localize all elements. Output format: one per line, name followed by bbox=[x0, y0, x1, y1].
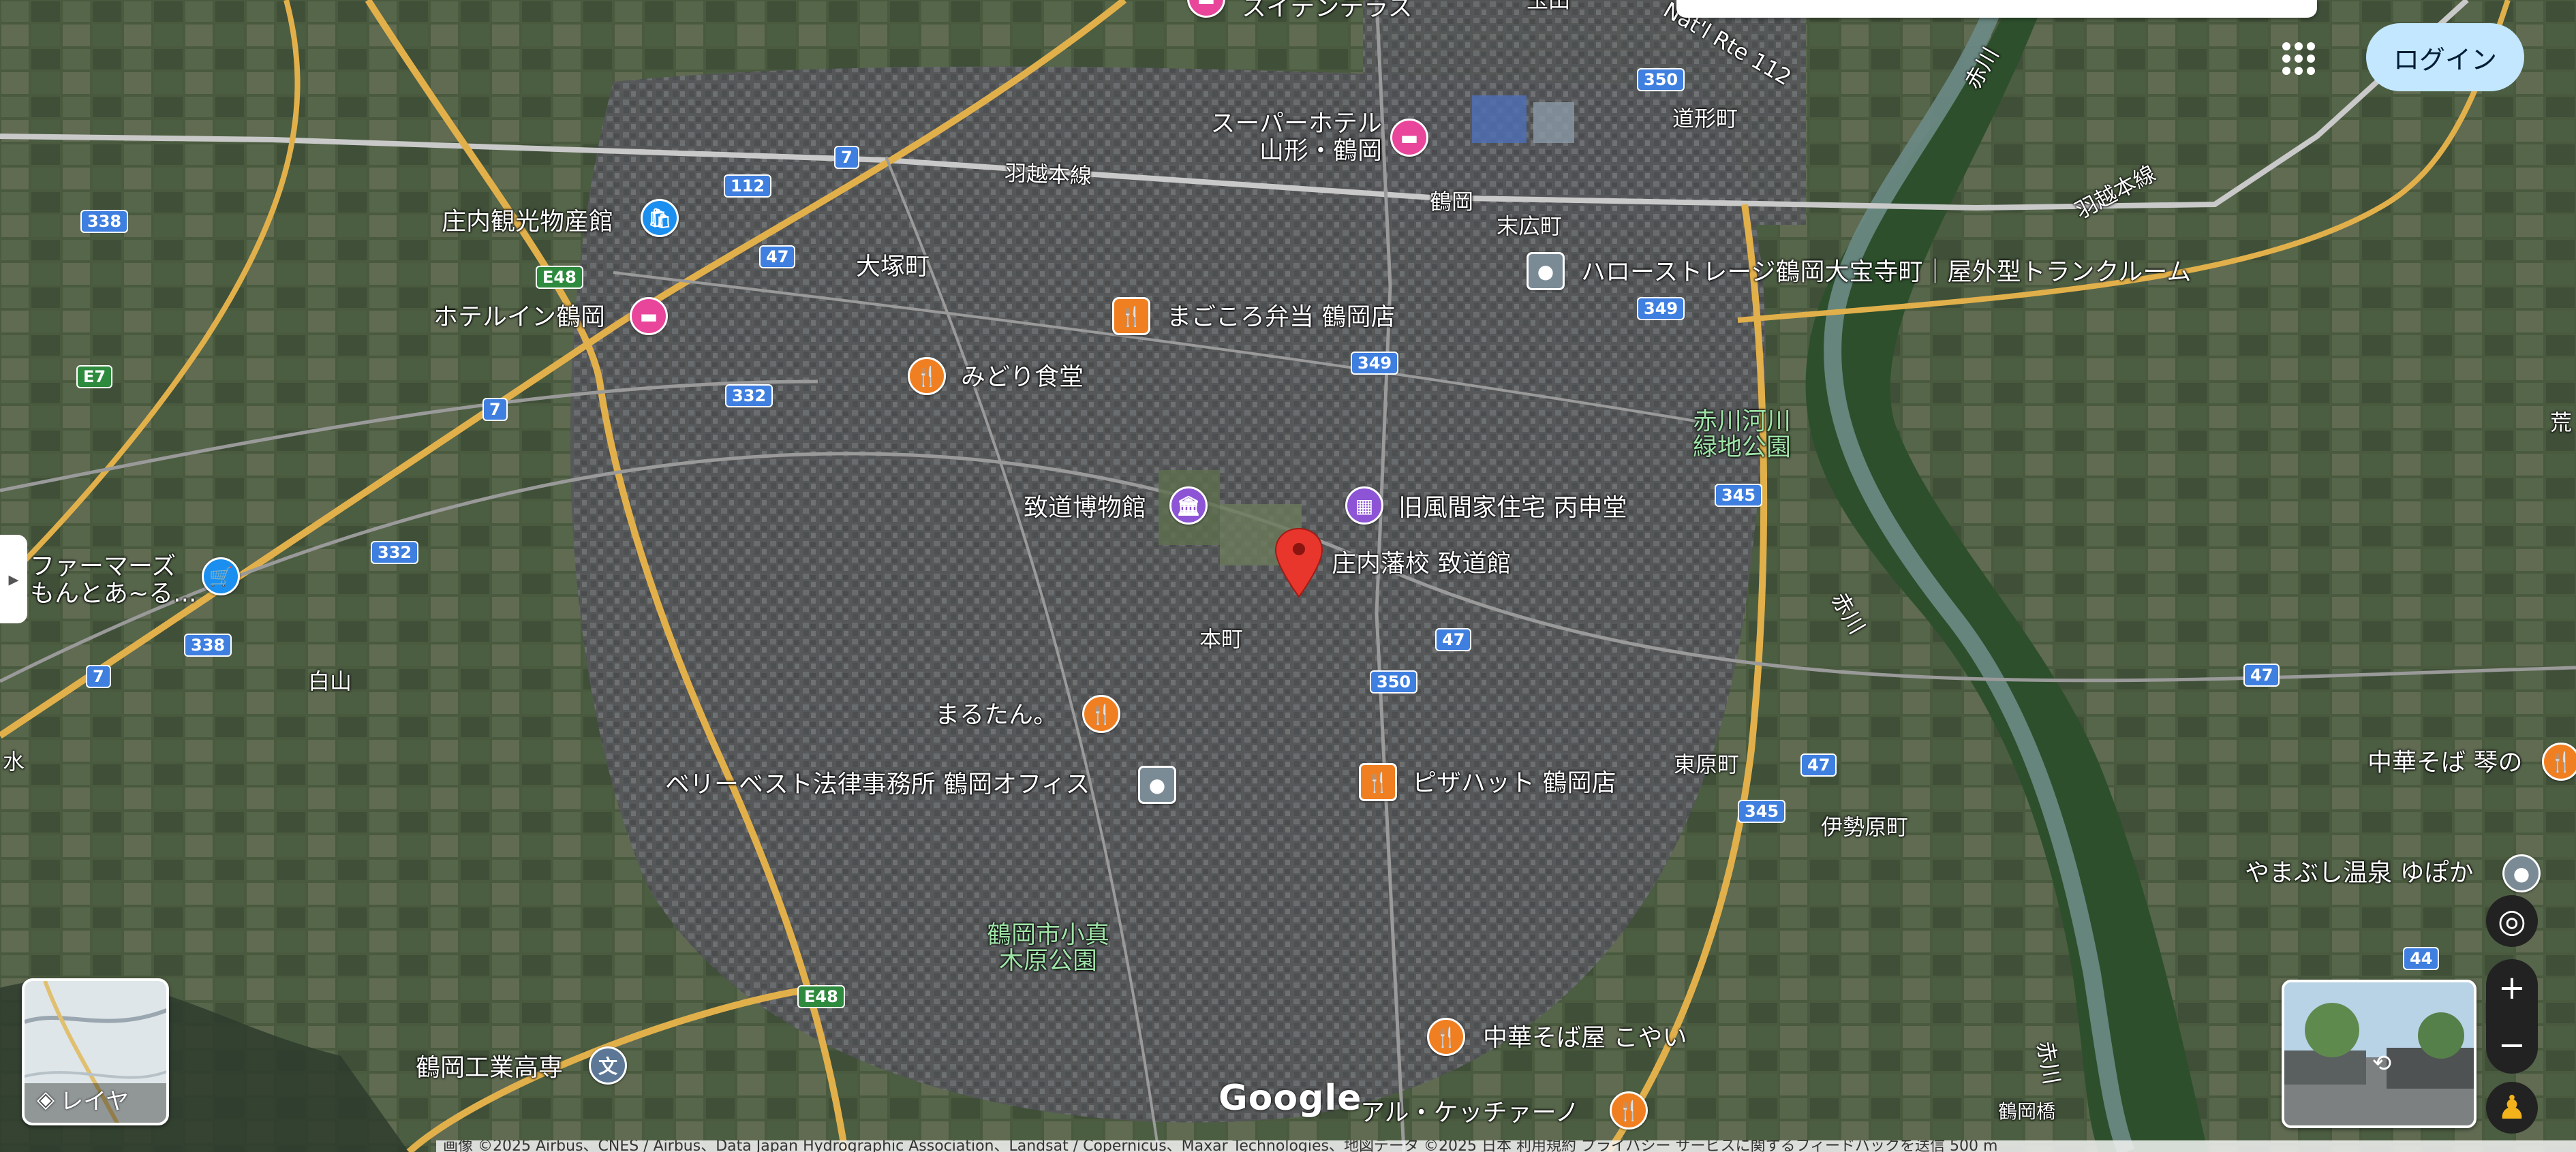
route-shield: 47 bbox=[1435, 628, 1472, 651]
route-shield: 112 bbox=[724, 174, 772, 198]
street-view-preview[interactable]: ⟲ bbox=[2282, 980, 2477, 1128]
pegman-icon: ♟ bbox=[2497, 1089, 2527, 1127]
layers-button[interactable]: ◈ レイヤ bbox=[22, 978, 169, 1125]
search-bar-edge[interactable] bbox=[1676, 0, 2317, 18]
area-label: 本町 bbox=[1199, 626, 1244, 652]
area-label: 水 bbox=[3, 749, 25, 775]
place-label[interactable]: 庄内観光物産館 bbox=[442, 208, 613, 236]
park-label[interactable]: 鶴岡市小真 木原公園 bbox=[987, 922, 1109, 974]
route-shield: 7 bbox=[482, 398, 508, 421]
restaurant-icon[interactable]: 🍴 bbox=[1112, 297, 1150, 335]
restaurant-icon[interactable]: 🍴 bbox=[1610, 1091, 1648, 1130]
rotate-360-icon: ⟲ bbox=[2372, 1050, 2392, 1077]
restaurant-icon[interactable]: 🍴 bbox=[1359, 763, 1397, 801]
place-label[interactable]: 致道博物館 bbox=[1024, 495, 1146, 522]
place-label[interactable]: 旧風間家住宅 丙申堂 bbox=[1398, 495, 1627, 522]
hotel-icon[interactable]: ▬ bbox=[1390, 119, 1428, 157]
area-label: 末広町 bbox=[1497, 213, 1563, 239]
area-label: 道形町 bbox=[1672, 106, 1738, 131]
school-icon[interactable]: 文 bbox=[589, 1046, 627, 1085]
restaurant-icon[interactable]: 🍴 bbox=[1427, 1018, 1465, 1056]
museum-icon[interactable]: 🏛 bbox=[1169, 486, 1208, 525]
place-label[interactable]: スーパーホテル 山形・鶴岡 bbox=[1194, 110, 1382, 165]
park-label[interactable]: 赤川河川 緑地公園 bbox=[1693, 409, 1791, 461]
restaurant-icon[interactable]: 🍴 bbox=[908, 357, 946, 395]
route-shield: 350 bbox=[1637, 68, 1685, 91]
apps-grid-icon[interactable] bbox=[2280, 40, 2318, 78]
satellite-map[interactable] bbox=[0, 0, 2576, 1152]
place-label[interactable]: やまぶし温泉 ゆぽか bbox=[2245, 860, 2473, 887]
place-label[interactable]: アル・ケッチァーノ bbox=[1360, 1100, 1579, 1127]
hotel-icon[interactable]: ▬ bbox=[630, 297, 668, 335]
office-icon[interactable]: ● bbox=[1138, 766, 1176, 804]
hot-spring-icon[interactable]: ● bbox=[2502, 854, 2541, 892]
restaurant-icon[interactable]: 🍴 bbox=[2542, 743, 2576, 781]
place-label[interactable]: スイテンテラス bbox=[1242, 0, 1413, 22]
bridge-label: 鶴岡橋 bbox=[1998, 1100, 2056, 1123]
restaurant-icon[interactable]: 🍴 bbox=[1082, 695, 1120, 733]
place-label[interactable]: ハローストレージ鶴岡大宝寺町｜屋外型トランクルーム bbox=[1581, 259, 2191, 286]
route-shield: 345 bbox=[1715, 484, 1763, 507]
layers-icon: ◈ bbox=[37, 1085, 55, 1113]
place-label[interactable]: ピザハット 鶴岡店 bbox=[1412, 770, 1616, 797]
route-shield: 338 bbox=[80, 210, 129, 233]
area-label: 東原町 bbox=[1674, 751, 1740, 777]
place-label[interactable]: 鶴岡工業高専 bbox=[416, 1055, 563, 1082]
storage-icon[interactable]: ● bbox=[1527, 252, 1565, 290]
route-shield: 345 bbox=[1738, 800, 1786, 823]
shopping-cart-icon[interactable]: 🛒 bbox=[202, 557, 240, 595]
place-label[interactable]: ホテルイン鶴岡 bbox=[433, 304, 605, 331]
area-label: 玉田 bbox=[1527, 0, 1571, 13]
zoom-out-button[interactable]: − bbox=[2486, 1016, 2538, 1074]
shopping-bag-icon[interactable]: 🛍 bbox=[641, 199, 679, 237]
my-location-button[interactable]: ◎ bbox=[2486, 895, 2538, 947]
place-label[interactable]: ファーマーズ もんとあ~る... bbox=[30, 553, 197, 608]
place-label[interactable]: ベリーベスト法律事務所 鶴岡オフィス bbox=[665, 771, 1090, 798]
layers-label: レイヤ bbox=[60, 1088, 129, 1115]
historic-site-icon[interactable]: ▦ bbox=[1345, 486, 1383, 525]
place-label[interactable]: まごころ弁当 鶴岡店 bbox=[1167, 304, 1395, 331]
place-label[interactable]: 中華そば 琴の bbox=[2367, 749, 2522, 777]
area-label: 荒 bbox=[2550, 409, 2573, 435]
place-label[interactable]: まるたん。 bbox=[935, 702, 1058, 729]
rail-label: 羽越本線 bbox=[1004, 159, 1092, 189]
route-shield: 44 bbox=[2403, 947, 2440, 970]
expand-panel-button[interactable]: ▸ bbox=[0, 535, 27, 623]
zoom-in-button[interactable]: + bbox=[2486, 959, 2538, 1016]
chevron-right-icon: ▸ bbox=[8, 567, 19, 591]
pin-label[interactable]: 庄内藩校 致道館 bbox=[1332, 550, 1511, 578]
area-label: 鶴岡 bbox=[1430, 189, 1474, 215]
route-shield: 47 bbox=[1800, 753, 1837, 777]
route-shield: 47 bbox=[759, 245, 796, 268]
google-logo: Google bbox=[1218, 1078, 1362, 1119]
area-label: 白山 bbox=[308, 668, 352, 694]
login-button[interactable]: ログイン bbox=[2366, 23, 2524, 91]
route-shield: 349 bbox=[1351, 352, 1399, 375]
place-label[interactable]: みどり食堂 bbox=[961, 364, 1084, 391]
route-shield: 349 bbox=[1637, 297, 1685, 320]
attribution-bar[interactable]: 画像 ©2025 Airbus、CNES / Airbus、Data Japan… bbox=[436, 1140, 2576, 1152]
expressway-shield: E48 bbox=[536, 266, 583, 289]
route-shield: 47 bbox=[2243, 664, 2280, 687]
route-shield: 7 bbox=[834, 146, 859, 169]
place-label[interactable]: 中華そば屋 こやい bbox=[1483, 1025, 1687, 1052]
pegman-button[interactable]: ♟ bbox=[2486, 1082, 2538, 1134]
expressway-shield: E7 bbox=[76, 365, 113, 388]
route-shield: 332 bbox=[371, 541, 419, 564]
area-label: 大塚町 bbox=[856, 253, 930, 281]
expressway-shield: E48 bbox=[797, 985, 845, 1008]
route-shield: 350 bbox=[1370, 670, 1418, 694]
crosshair-icon: ◎ bbox=[2498, 902, 2526, 940]
route-shield: 338 bbox=[184, 634, 232, 657]
route-shield: 7 bbox=[86, 665, 111, 688]
route-shield: 332 bbox=[725, 384, 773, 407]
zoom-controls: + − bbox=[2486, 959, 2538, 1074]
area-label: 伊勢原町 bbox=[1821, 814, 1909, 840]
